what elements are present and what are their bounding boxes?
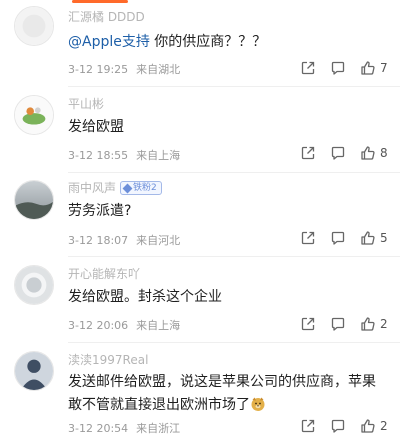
comment-location: 来自河北 [136, 234, 181, 247]
like-count: 5 [380, 231, 388, 245]
avatar[interactable] [14, 6, 54, 46]
fan-badge[interactable]: 铁粉2 [120, 181, 162, 195]
comment-actions: 2 [286, 314, 390, 334]
thumbs-up-icon [361, 317, 375, 331]
share-icon [301, 317, 315, 331]
like-button[interactable]: 5 [360, 228, 390, 248]
share-button[interactable] [300, 143, 316, 163]
comment-location: 来自浙江 [136, 422, 181, 435]
comment-date: 3-12 18:07 [68, 234, 129, 247]
comment-text: 发送邮件给欧盟，说这是苹果公司的供应商，苹果敢不管就直接退出欧洲市场了 [68, 374, 376, 413]
fan-badge-icon [122, 183, 133, 193]
comment-item: 平山彬 发给欧盟 3-12 18:55 来自上海 8 [0, 88, 400, 174]
like-button[interactable]: 2 [360, 314, 390, 334]
share-icon [301, 146, 315, 160]
reply-button[interactable] [330, 314, 346, 334]
comment-icon [331, 146, 345, 160]
thumbs-up-icon [361, 61, 375, 75]
comment-date: 3-12 19:25 [68, 63, 129, 76]
comment-item: 雨中风声 铁粉2 劳务派遣? 3-12 18:07 来自河北 5 [0, 174, 400, 258]
share-button[interactable] [300, 314, 316, 334]
like-count: 2 [380, 317, 388, 331]
comment-location: 来自上海 [136, 149, 181, 162]
comment-username[interactable]: 雨中风声 铁粉2 [68, 181, 162, 195]
comment-item: 开心能解东吖 发给欧盟。封杀这个企业 3-12 20:06 来自上海 2 [0, 258, 400, 344]
comment-actions: 2 [286, 416, 390, 435]
share-icon [301, 61, 315, 75]
comment-username[interactable]: 平山彬 [68, 97, 104, 111]
reply-button[interactable] [330, 416, 346, 435]
reply-button[interactable] [330, 228, 346, 248]
mention-link[interactable]: @Apple支持 [68, 34, 150, 50]
thumbs-up-icon [361, 146, 375, 160]
comment-actions: 8 [286, 143, 390, 163]
comment-text: 发给欧盟 [68, 119, 124, 135]
share-button[interactable] [300, 58, 316, 78]
comment-icon [331, 231, 345, 245]
comment-actions: 7 [286, 58, 390, 78]
comment-username[interactable]: 开心能解东吖 [68, 267, 140, 281]
comment-meta: 3-12 20:54 来自浙江 [68, 420, 180, 435]
comment-meta: 3-12 18:07 来自河北 [68, 232, 180, 248]
comment-meta: 3-12 19:25 来自湖北 [68, 61, 180, 77]
like-count: 7 [380, 61, 388, 75]
avatar[interactable] [14, 180, 54, 220]
comment-actions: 5 [286, 228, 390, 248]
comment-meta: 3-12 18:55 来自上海 [68, 147, 180, 163]
avatar[interactable] [14, 95, 54, 135]
like-count: 2 [380, 419, 388, 433]
comment-location: 来自湖北 [136, 63, 181, 76]
reply-button[interactable] [330, 58, 346, 78]
comment-text: @Apple支持 你的供应商？？？ [68, 34, 267, 50]
reply-button[interactable] [330, 143, 346, 163]
divider [68, 86, 400, 87]
comment-icon [331, 317, 345, 331]
share-icon [301, 231, 315, 245]
like-button[interactable]: 8 [360, 143, 390, 163]
thumbs-up-icon [361, 419, 375, 433]
like-button[interactable]: 7 [360, 58, 390, 78]
divider [68, 256, 400, 257]
comment-item: 渎渎1997Real 发送邮件给欧盟，说这是苹果公司的供应商，苹果敢不管就直接退… [0, 344, 400, 435]
like-button[interactable]: 2 [360, 416, 390, 435]
comment-location: 来自上海 [136, 319, 181, 332]
comment-meta: 3-12 20:06 来自上海 [68, 317, 180, 333]
share-icon [301, 419, 315, 433]
comment-text: 发给欧盟。封杀这个企业 [68, 289, 222, 305]
comment-username[interactable]: 汇源橘 DDDD [68, 10, 145, 24]
comment-date: 3-12 20:06 [68, 319, 129, 332]
comment-icon [331, 61, 345, 75]
comment-item: 汇源橘 DDDD @Apple支持 你的供应商？？？ 3-12 19:25 来自湖… [0, 0, 400, 88]
doge-emoji-icon [251, 397, 265, 411]
avatar[interactable] [14, 351, 54, 391]
comment-icon [331, 419, 345, 433]
comment-date: 3-12 18:55 [68, 149, 129, 162]
comment-text: 劳务派遣? [68, 203, 132, 219]
share-button[interactable] [300, 416, 316, 435]
divider [68, 172, 400, 173]
comment-username[interactable]: 渎渎1997Real [68, 353, 148, 367]
thumbs-up-icon [361, 231, 375, 245]
like-count: 8 [380, 146, 388, 160]
divider [68, 342, 400, 343]
avatar[interactable] [14, 265, 54, 305]
share-button[interactable] [300, 228, 316, 248]
comment-date: 3-12 20:54 [68, 422, 129, 435]
